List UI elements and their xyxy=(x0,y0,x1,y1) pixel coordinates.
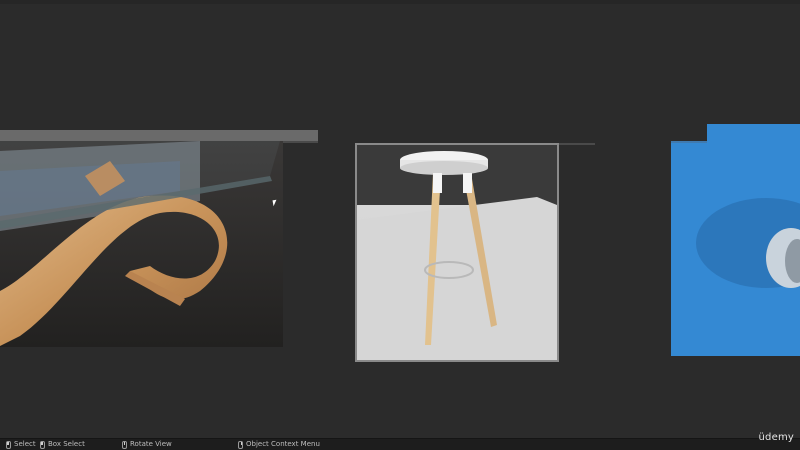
render-1-header xyxy=(0,130,318,141)
stool-render-graphic xyxy=(357,145,557,360)
status-bar: Select Box Select Rotate View Object Con… xyxy=(0,438,800,450)
blue-render-graphic xyxy=(671,143,800,356)
render-image-blue[interactable] xyxy=(671,143,800,356)
mouse-middle-icon xyxy=(122,440,127,449)
render-image-table[interactable] xyxy=(0,141,283,347)
status-context-menu-label: Object Context Menu xyxy=(246,440,320,448)
status-rotate-view-label: Rotate View xyxy=(130,440,172,448)
mouse-left-icon xyxy=(6,440,11,449)
mouse-drag-icon xyxy=(40,440,45,449)
render-image-stool[interactable] xyxy=(357,145,557,360)
status-select-label: Select xyxy=(14,440,36,448)
mouse-cursor-icon xyxy=(272,199,278,207)
status-context-menu: Object Context Menu xyxy=(238,439,320,450)
render-2-divider xyxy=(559,143,595,145)
table-render-graphic xyxy=(0,141,283,347)
status-box-select-label: Box Select xyxy=(48,440,85,448)
status-rotate-view: Rotate View xyxy=(122,439,172,450)
render-3-header xyxy=(707,124,800,144)
udemy-watermark: üdemy xyxy=(758,432,794,443)
render-1-divider xyxy=(283,141,318,143)
3d-viewport[interactable] xyxy=(0,0,800,438)
status-box-select: Box Select xyxy=(40,439,85,450)
top-strip xyxy=(0,0,800,4)
status-select: Select xyxy=(6,439,36,450)
mouse-right-icon xyxy=(238,440,243,449)
